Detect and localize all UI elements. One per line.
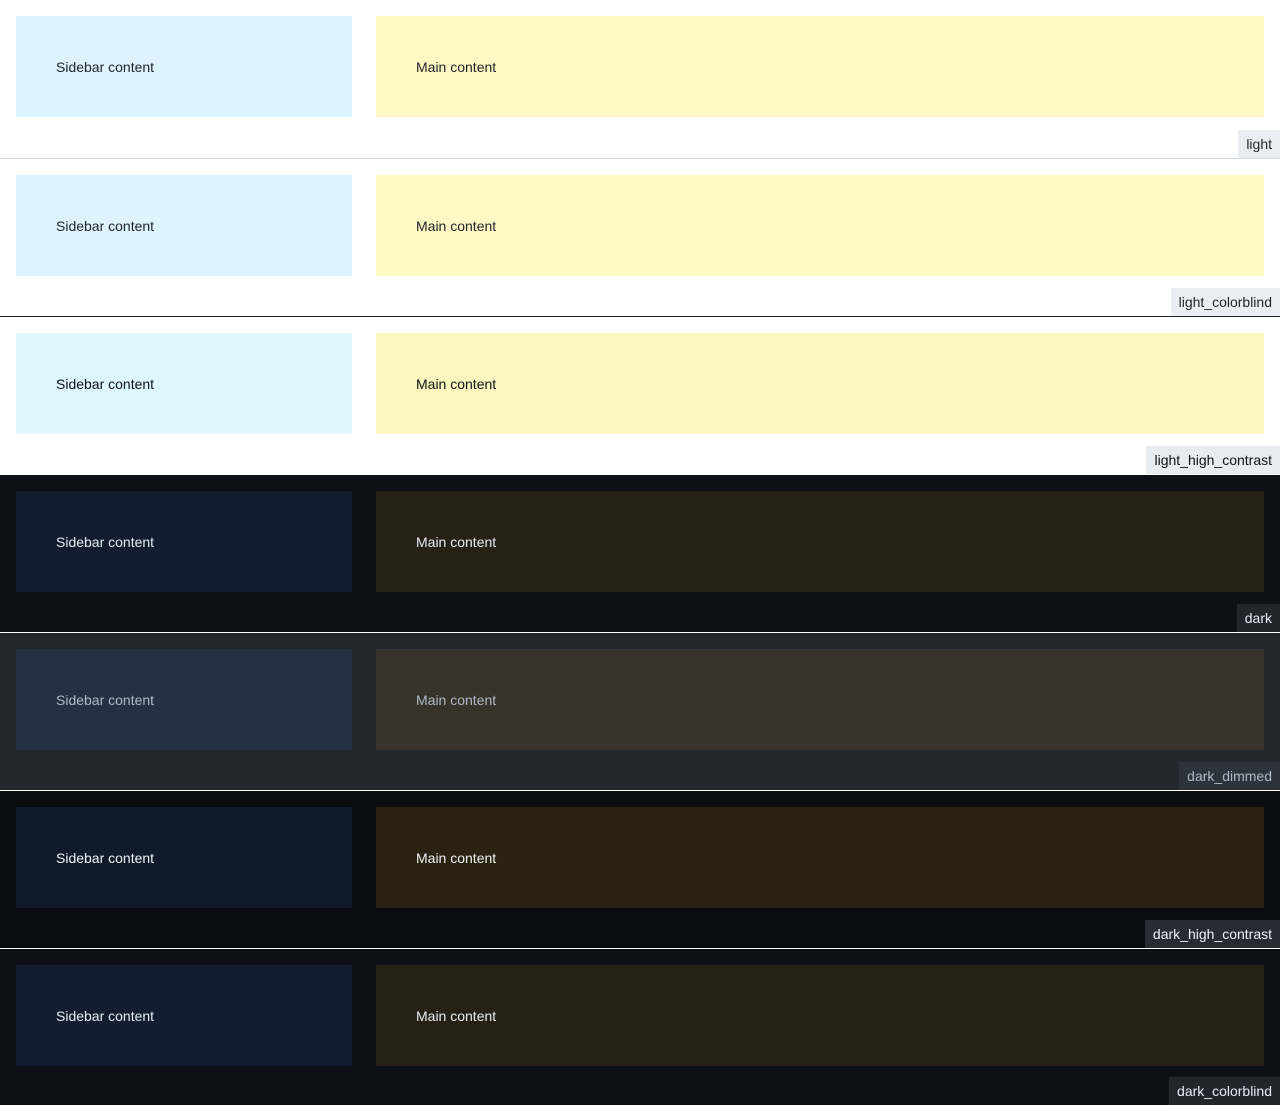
main-panel: Main content bbox=[376, 965, 1264, 1066]
sidebar-content-text: Sidebar content bbox=[56, 849, 155, 866]
sidebar-content-text: Sidebar content bbox=[56, 1007, 155, 1024]
main-content-text: Main content bbox=[416, 58, 497, 75]
sidebar-content-text: Sidebar content bbox=[56, 691, 155, 708]
sidebar-content-text: Sidebar content bbox=[56, 375, 155, 392]
theme-section-dark-colorblind: Sidebar content Main content dark_colorb… bbox=[0, 948, 1280, 1105]
theme-name-label: dark_high_contrast bbox=[1144, 920, 1280, 948]
main-content-text: Main content bbox=[416, 849, 497, 866]
theme-layout: Sidebar content Main content bbox=[16, 333, 1264, 434]
theme-name-label: dark_colorblind bbox=[1169, 1077, 1280, 1105]
sidebar-content-text: Sidebar content bbox=[56, 533, 155, 550]
sidebar-panel: Sidebar content bbox=[16, 16, 352, 117]
theme-name-label: dark_dimmed bbox=[1179, 762, 1280, 790]
sidebar-panel: Sidebar content bbox=[16, 333, 352, 434]
theme-section-dark: Sidebar content Main content dark bbox=[0, 474, 1280, 632]
theme-layout: Sidebar content Main content bbox=[16, 965, 1264, 1066]
theme-name-label: light bbox=[1238, 130, 1280, 158]
theme-section-light-high-contrast: Sidebar content Main content light_high_… bbox=[0, 316, 1280, 474]
theme-section-dark-dimmed: Sidebar content Main content dark_dimmed bbox=[0, 632, 1280, 790]
theme-name-label: light_high_contrast bbox=[1146, 446, 1280, 474]
main-panel: Main content bbox=[376, 333, 1264, 434]
main-panel: Main content bbox=[376, 807, 1264, 908]
theme-section-light: Sidebar content Main content light bbox=[0, 0, 1280, 158]
theme-layout: Sidebar content Main content bbox=[16, 491, 1264, 592]
sidebar-content-text: Sidebar content bbox=[56, 58, 155, 75]
sidebar-panel: Sidebar content bbox=[16, 649, 352, 750]
main-content-text: Main content bbox=[416, 375, 497, 392]
theme-layout: Sidebar content Main content bbox=[16, 649, 1264, 750]
theme-layout: Sidebar content Main content bbox=[16, 16, 1264, 117]
main-content-text: Main content bbox=[416, 217, 497, 234]
main-content-text: Main content bbox=[416, 1007, 497, 1024]
sidebar-panel: Sidebar content bbox=[16, 175, 352, 276]
main-panel: Main content bbox=[376, 491, 1264, 592]
main-content-text: Main content bbox=[416, 533, 497, 550]
sidebar-panel: Sidebar content bbox=[16, 491, 352, 592]
theme-name-label: dark bbox=[1236, 604, 1280, 632]
main-panel: Main content bbox=[376, 649, 1264, 750]
theme-layout: Sidebar content Main content bbox=[16, 807, 1264, 908]
sidebar-content-text: Sidebar content bbox=[56, 217, 155, 234]
main-content-text: Main content bbox=[416, 691, 497, 708]
sidebar-panel: Sidebar content bbox=[16, 965, 352, 1066]
theme-layout: Sidebar content Main content bbox=[16, 175, 1264, 276]
main-panel: Main content bbox=[376, 175, 1264, 276]
theme-name-label: light_colorblind bbox=[1170, 288, 1280, 316]
sidebar-panel: Sidebar content bbox=[16, 807, 352, 908]
theme-section-light-colorblind: Sidebar content Main content light_color… bbox=[0, 158, 1280, 316]
theme-section-dark-high-contrast: Sidebar content Main content dark_high_c… bbox=[0, 790, 1280, 948]
main-panel: Main content bbox=[376, 16, 1264, 117]
theme-preview-list: Sidebar content Main content light Sideb… bbox=[0, 0, 1280, 1105]
